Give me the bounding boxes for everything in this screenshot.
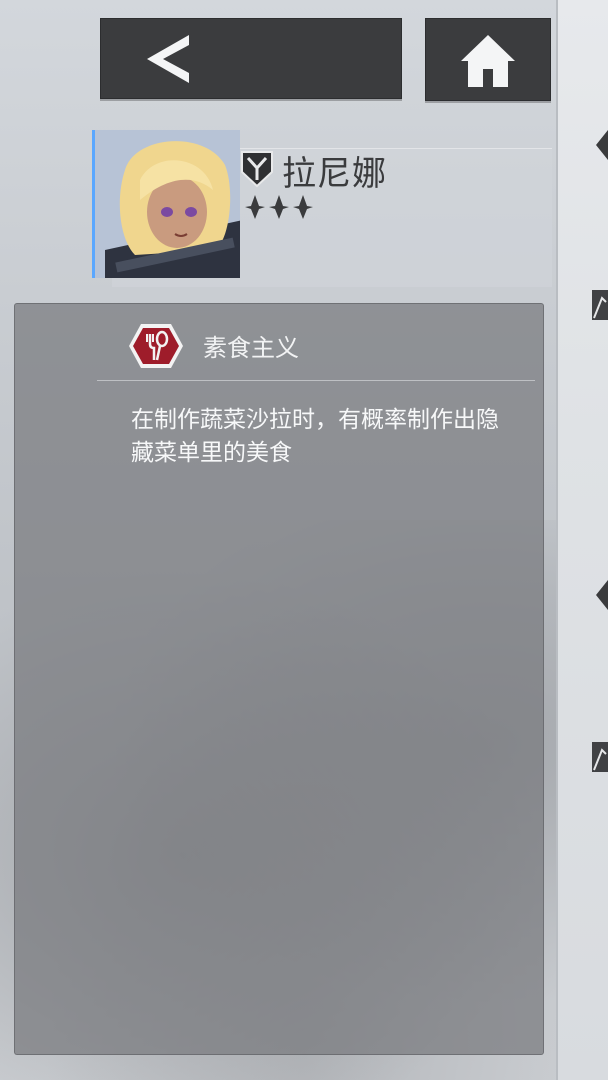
skill-panel: 素食主义 在制作蔬菜沙拉时，有概率制作出隐藏菜单里的美食 <box>14 303 544 1055</box>
character-name: 拉尼娜 <box>282 154 387 194</box>
fork-spoon-hex-icon <box>129 324 183 368</box>
side-list-thumb-icon[interactable] <box>590 740 608 774</box>
side-list-marker-icon[interactable] <box>590 578 608 612</box>
character-portrait[interactable] <box>92 130 240 278</box>
skill-icon-wrapper <box>127 322 185 370</box>
star-rating <box>244 194 314 220</box>
side-list-marker-icon[interactable] <box>590 128 608 162</box>
star-icon <box>293 195 313 219</box>
skill-divider <box>97 380 535 381</box>
home-icon <box>461 34 515 87</box>
character-header: 拉尼娜 <box>92 130 552 287</box>
star-icon <box>245 195 265 219</box>
side-list-panel <box>556 0 608 1080</box>
skill-description: 在制作蔬菜沙拉时，有概率制作出隐藏菜单里的美食 <box>131 407 499 466</box>
skill-title: 素食主义 <box>203 334 299 362</box>
home-button[interactable] <box>425 18 551 101</box>
star-icon <box>269 195 289 219</box>
faction-emblem-icon <box>240 148 274 188</box>
back-arrow-icon <box>147 34 189 83</box>
side-list-thumb-icon[interactable] <box>590 288 608 322</box>
back-button[interactable] <box>100 18 402 99</box>
